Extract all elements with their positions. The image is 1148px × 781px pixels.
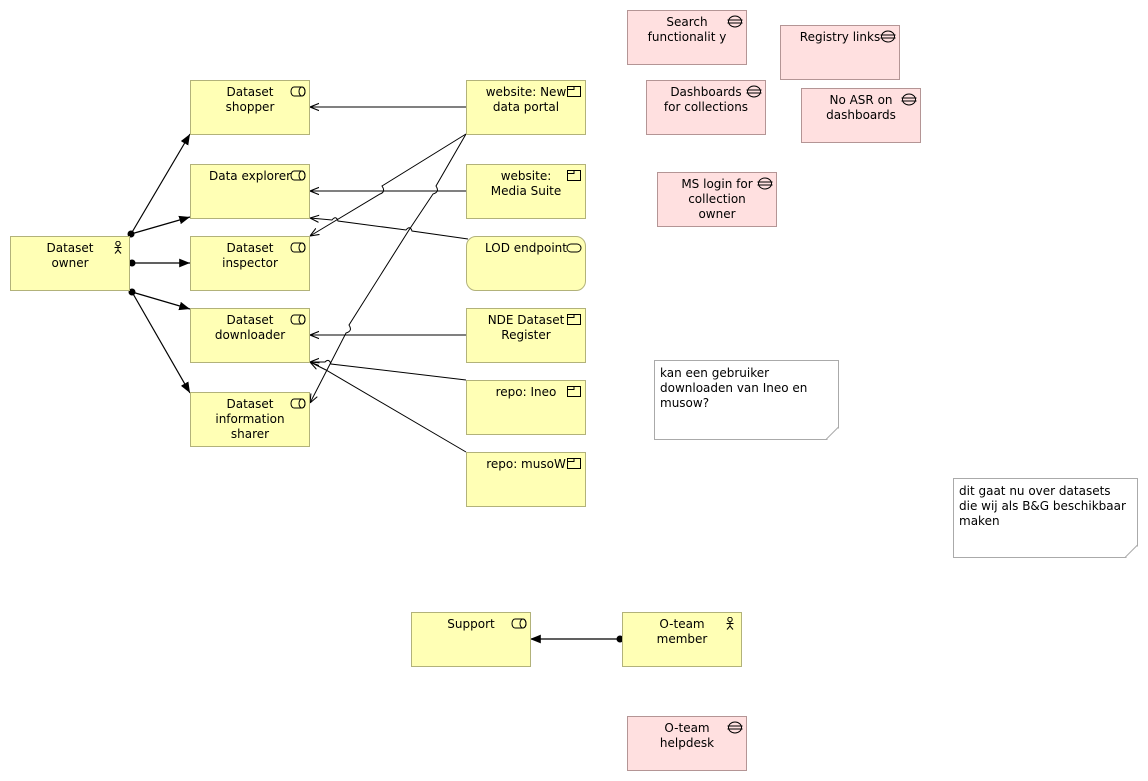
constraint-icon xyxy=(901,93,917,106)
element-dashboards-for-collections[interactable]: Dashboards for collections xyxy=(646,80,766,135)
element-label: NDE Dataset Register xyxy=(487,313,565,342)
element-dataset-inspector[interactable]: Dataset inspector xyxy=(190,236,310,291)
element-dataset-shopper[interactable]: Dataset shopper xyxy=(190,80,310,135)
element-oteam-member[interactable]: O-team member xyxy=(622,612,742,667)
actor-icon xyxy=(114,241,122,254)
object-icon xyxy=(567,170,581,181)
element-label: LOD endpoint xyxy=(485,241,567,255)
element-label: repo: Ineo xyxy=(495,385,557,399)
element-support[interactable]: Support xyxy=(411,612,531,667)
element-dataset-owner[interactable]: Dataset owner xyxy=(10,236,130,291)
relation-owner-shopper[interactable] xyxy=(127,133,191,238)
relation-lod-explorer[interactable] xyxy=(310,218,469,240)
element-label: Dataset shopper xyxy=(225,85,275,114)
relation-ineo-downloader[interactable] xyxy=(310,360,467,381)
constraint-icon xyxy=(880,30,896,43)
element-label: MS login for collection owner xyxy=(681,177,753,221)
element-repo-musow[interactable]: repo: musoW xyxy=(466,452,586,507)
relation-musow-downloader[interactable] xyxy=(310,362,467,453)
element-label: O-team helpdesk xyxy=(659,721,715,750)
diagram-canvas: Dataset owner Dataset shopper Data explo… xyxy=(0,0,1148,781)
element-label: Support xyxy=(447,617,495,631)
note-text: dit gaat nu over datasets die wij als B&… xyxy=(959,484,1126,528)
object-icon xyxy=(567,86,581,97)
relation-owner-inspector[interactable] xyxy=(128,258,191,268)
element-website-new-data-portal[interactable]: website: New data portal xyxy=(466,80,586,135)
element-label: Dataset downloader xyxy=(214,313,286,342)
role-icon xyxy=(290,170,306,181)
constraint-icon xyxy=(727,721,743,734)
element-repo-ineo[interactable]: repo: Ineo xyxy=(466,380,586,435)
element-label: repo: musoW xyxy=(486,457,566,471)
role-icon xyxy=(290,398,306,409)
element-dataset-information-sharer[interactable]: Dataset information sharer xyxy=(190,392,310,447)
element-website-media-suite[interactable]: website: Media Suite xyxy=(466,164,586,219)
element-label: website: New data portal xyxy=(485,85,567,114)
object-icon xyxy=(567,386,581,397)
element-label: O-team member xyxy=(656,617,708,646)
role-icon xyxy=(511,618,527,629)
element-label: Dataset owner xyxy=(46,241,94,270)
element-label: Dataset inspector xyxy=(222,241,278,270)
element-oteam-helpdesk[interactable]: O-team helpdesk xyxy=(627,716,747,771)
relation-owner-downloader[interactable] xyxy=(128,288,191,311)
element-label: Dataset information sharer xyxy=(215,397,285,441)
element-label: Search functionalit y xyxy=(647,15,727,44)
element-label: Dashboards for collections xyxy=(663,85,749,114)
note-datasets[interactable]: dit gaat nu over datasets die wij als B&… xyxy=(953,478,1138,558)
object-icon xyxy=(567,458,581,469)
element-label: No ASR on dashboards xyxy=(826,93,896,122)
element-label: website: Media Suite xyxy=(490,169,562,198)
relation-owner-info-sharer[interactable] xyxy=(131,291,191,394)
element-dataset-downloader[interactable]: Dataset downloader xyxy=(190,308,310,363)
element-label: Registry links xyxy=(799,30,881,44)
relation-portal-inspector[interactable] xyxy=(310,133,467,236)
element-search-functionality[interactable]: Search functionalit y xyxy=(627,10,747,65)
constraint-icon xyxy=(746,85,762,98)
actor-icon xyxy=(726,617,734,630)
element-label: Data explorer xyxy=(208,169,292,183)
constraint-icon xyxy=(757,177,773,190)
service-icon xyxy=(566,243,582,253)
role-icon xyxy=(290,86,306,97)
element-registry-links[interactable]: Registry links xyxy=(780,25,900,80)
relation-oteam-support[interactable] xyxy=(530,634,624,644)
role-icon xyxy=(290,314,306,325)
role-icon xyxy=(290,242,306,253)
note-text: kan een gebruiker downloaden van Ineo en… xyxy=(660,366,808,410)
note-ineo-musow[interactable]: kan een gebruiker downloaden van Ineo en… xyxy=(654,360,839,440)
element-data-explorer[interactable]: Data explorer xyxy=(190,164,310,219)
element-no-asr-on-dashboards[interactable]: No ASR on dashboards xyxy=(801,88,921,143)
element-nde-dataset-register[interactable]: NDE Dataset Register xyxy=(466,308,586,363)
element-lod-endpoint[interactable]: LOD endpoint xyxy=(466,236,586,291)
element-ms-login[interactable]: MS login for collection owner xyxy=(657,172,777,227)
constraint-icon xyxy=(727,15,743,28)
object-icon xyxy=(567,314,581,325)
relation-portal-info-sharer[interactable] xyxy=(310,133,467,403)
